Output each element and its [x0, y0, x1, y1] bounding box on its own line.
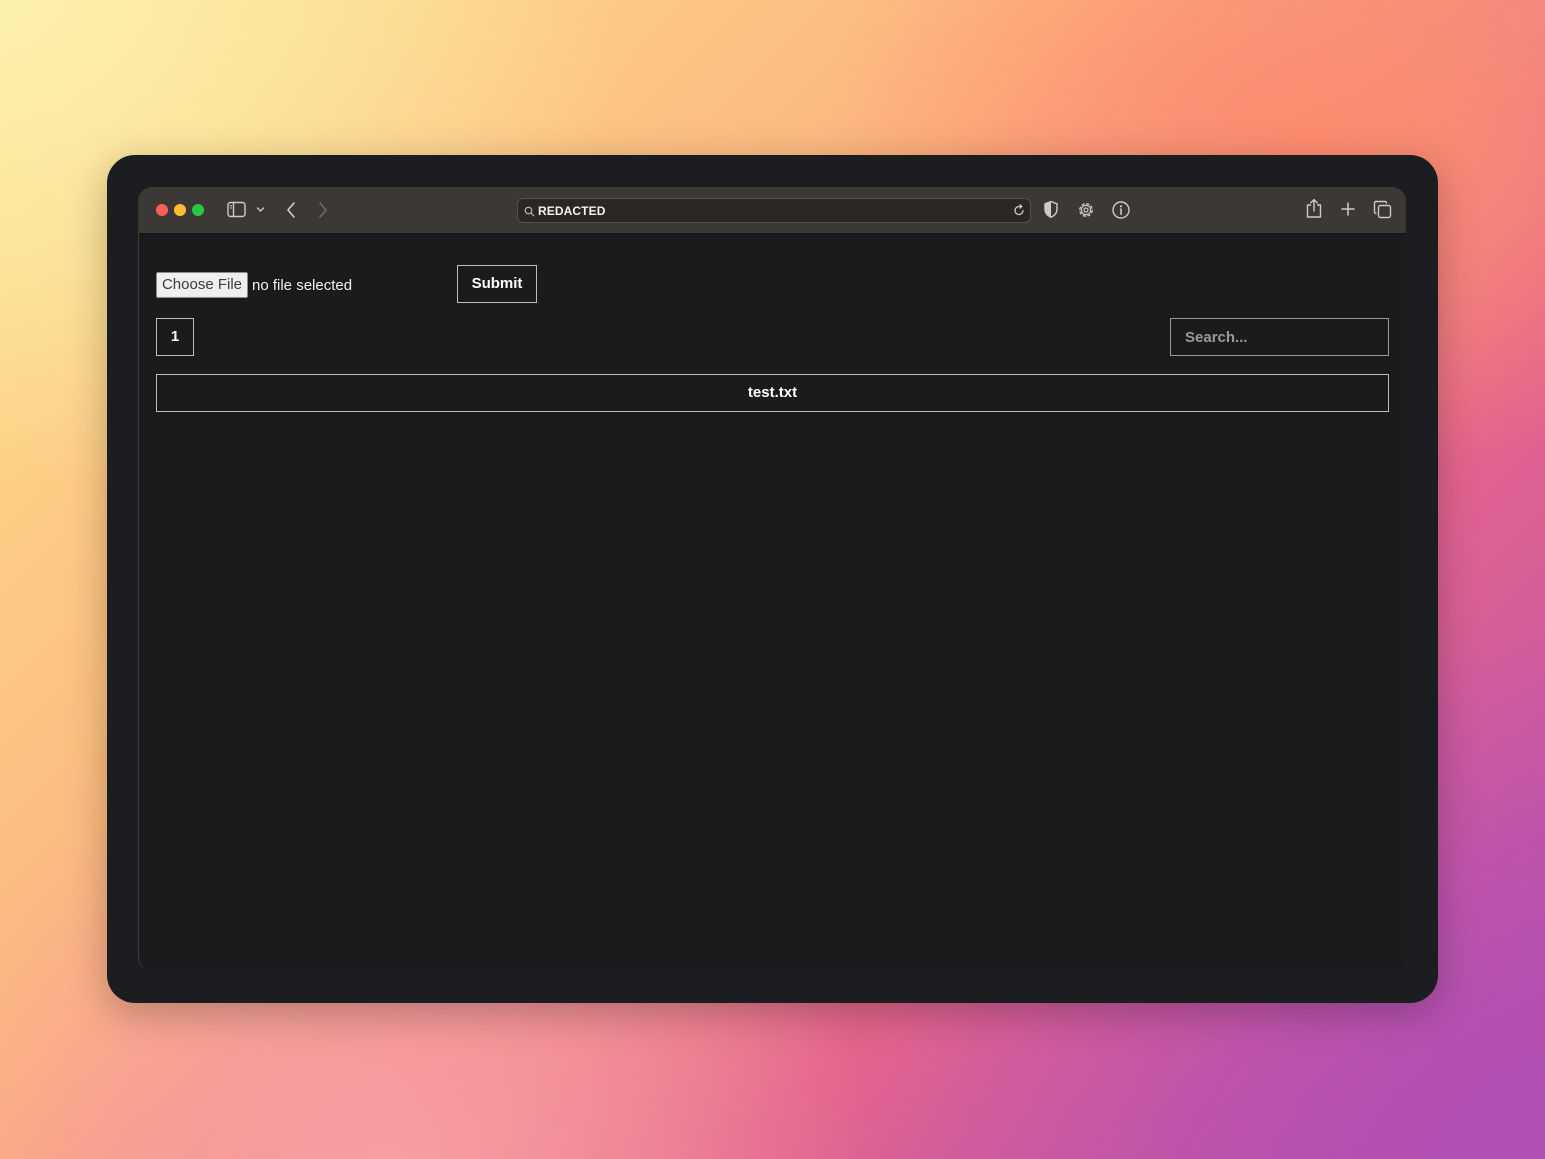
share-icon[interactable] — [1306, 198, 1322, 219]
choose-file-button[interactable]: Choose File — [156, 272, 248, 298]
sidebar-toggle-icon[interactable] — [227, 201, 246, 218]
back-arrow-icon[interactable] — [285, 201, 297, 219]
zoom-window-button[interactable] — [192, 204, 204, 216]
gear-icon[interactable] — [1076, 200, 1096, 220]
file-status-text: no file selected — [252, 277, 353, 294]
address-bar[interactable]: REDACTED — [517, 198, 1031, 223]
search-input[interactable] — [1170, 318, 1389, 356]
close-window-button[interactable] — [156, 204, 168, 216]
page-content: Choose File no file selected Submit 1 te… — [139, 235, 1406, 971]
tab-overview-icon[interactable] — [1373, 200, 1392, 219]
pagination-page-button[interactable]: 1 — [156, 318, 194, 356]
address-url: REDACTED — [538, 204, 606, 218]
minimize-window-button[interactable] — [174, 204, 186, 216]
device-frame: REDACTED Choose File no file selected Su… — [107, 155, 1438, 1003]
reload-icon[interactable] — [1012, 203, 1026, 222]
forward-arrow-icon[interactable] — [317, 201, 329, 219]
info-icon[interactable] — [1111, 200, 1131, 220]
privacy-shield-icon[interactable] — [1043, 200, 1059, 219]
search-icon — [524, 204, 535, 222]
browser-window: REDACTED Choose File no file selected Su… — [138, 187, 1406, 971]
submit-button[interactable]: Submit — [457, 265, 537, 303]
browser-toolbar: REDACTED — [139, 187, 1406, 234]
new-tab-plus-icon[interactable] — [1340, 201, 1356, 217]
file-list-item[interactable]: test.txt — [156, 374, 1389, 412]
chevron-down-icon[interactable] — [256, 206, 265, 213]
